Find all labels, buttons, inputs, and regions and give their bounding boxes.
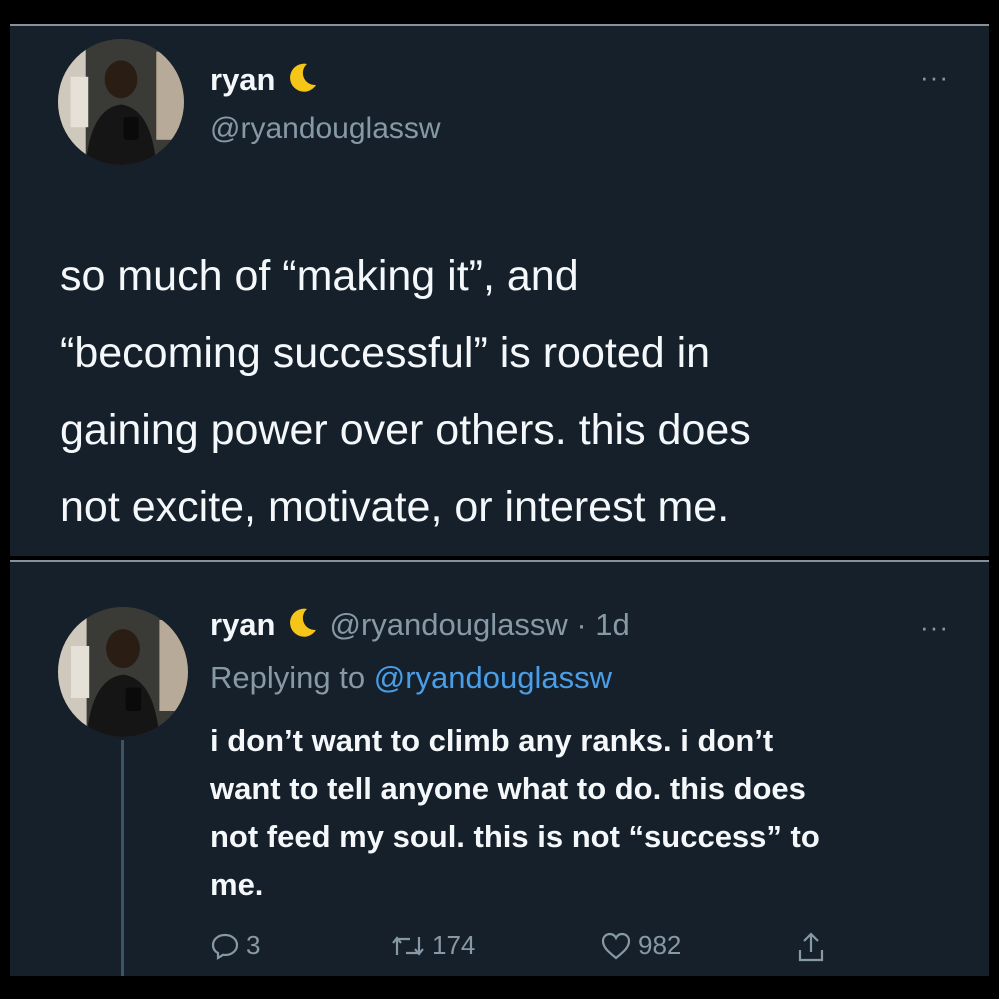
thread-line [121, 740, 124, 976]
avatar[interactable] [58, 39, 184, 165]
like-count: 982 [638, 930, 682, 960]
like-button[interactable]: 982 [600, 930, 681, 961]
reply-tweet[interactable]: ryan @ryandouglassw · 1d ··· Replying to … [10, 560, 989, 976]
reply-text: i don’t want to climb any ranks. i don’t… [210, 717, 960, 909]
replying-to: Replying to @ryandouglassw [210, 660, 612, 696]
screenshot-frame: ryan @ryandouglassw ··· so much of “maki… [0, 0, 999, 999]
retweet-button[interactable]: 174 [390, 930, 475, 961]
retweet-count: 174 [432, 930, 476, 960]
reply-button[interactable]: 3 [210, 930, 260, 961]
avatar-photo [58, 39, 184, 165]
crescent-moon-icon [285, 606, 319, 648]
reply-count: 3 [246, 930, 261, 960]
mention-link[interactable]: @ryandouglassw [374, 660, 612, 695]
tweet-text-line: so much of “making it”, and [60, 252, 579, 300]
crescent-moon-icon [285, 61, 319, 103]
avatar-photo [58, 607, 188, 737]
reply-bubble-icon [211, 933, 239, 960]
tweet-text: so much of “making it”, and “becoming su… [60, 238, 960, 546]
tweet-text-line: “becoming successful” is rooted in [60, 329, 711, 377]
author-handle[interactable]: @ryandouglassw [210, 112, 441, 146]
tweet-text-line: not excite, motivate, or interest me. [60, 483, 730, 531]
retweet-icon [392, 935, 424, 956]
share-icon [798, 932, 824, 962]
reply-text-line: i don’t want to climb any ranks. i don’t [210, 723, 774, 758]
reply-text-line: me. [210, 867, 264, 902]
avatar[interactable] [58, 607, 188, 737]
author-handle-time[interactable]: @ryandouglassw · 1d [329, 607, 629, 642]
action-bar: 3 174 982 [210, 930, 850, 970]
author-name[interactable]: ryan [210, 607, 275, 642]
more-dots-icon[interactable]: ··· [920, 64, 949, 90]
main-tweet[interactable]: ryan @ryandouglassw ··· so much of “maki… [10, 24, 989, 556]
reply-header: ryan @ryandouglassw · 1d [210, 606, 630, 648]
heart-icon [601, 932, 631, 959]
author-name-text: ryan [210, 62, 276, 98]
replying-to-label: Replying to [210, 660, 366, 695]
share-button[interactable] [795, 930, 833, 964]
author-name[interactable]: ryan [210, 61, 319, 103]
tweet-text-line: gaining power over others. this does [60, 406, 751, 454]
reply-text-line: not feed my soul. this is not “success” … [210, 819, 820, 854]
reply-text-line: want to tell anyone what to do. this doe… [210, 771, 806, 806]
more-dots-icon[interactable]: ··· [920, 614, 949, 640]
